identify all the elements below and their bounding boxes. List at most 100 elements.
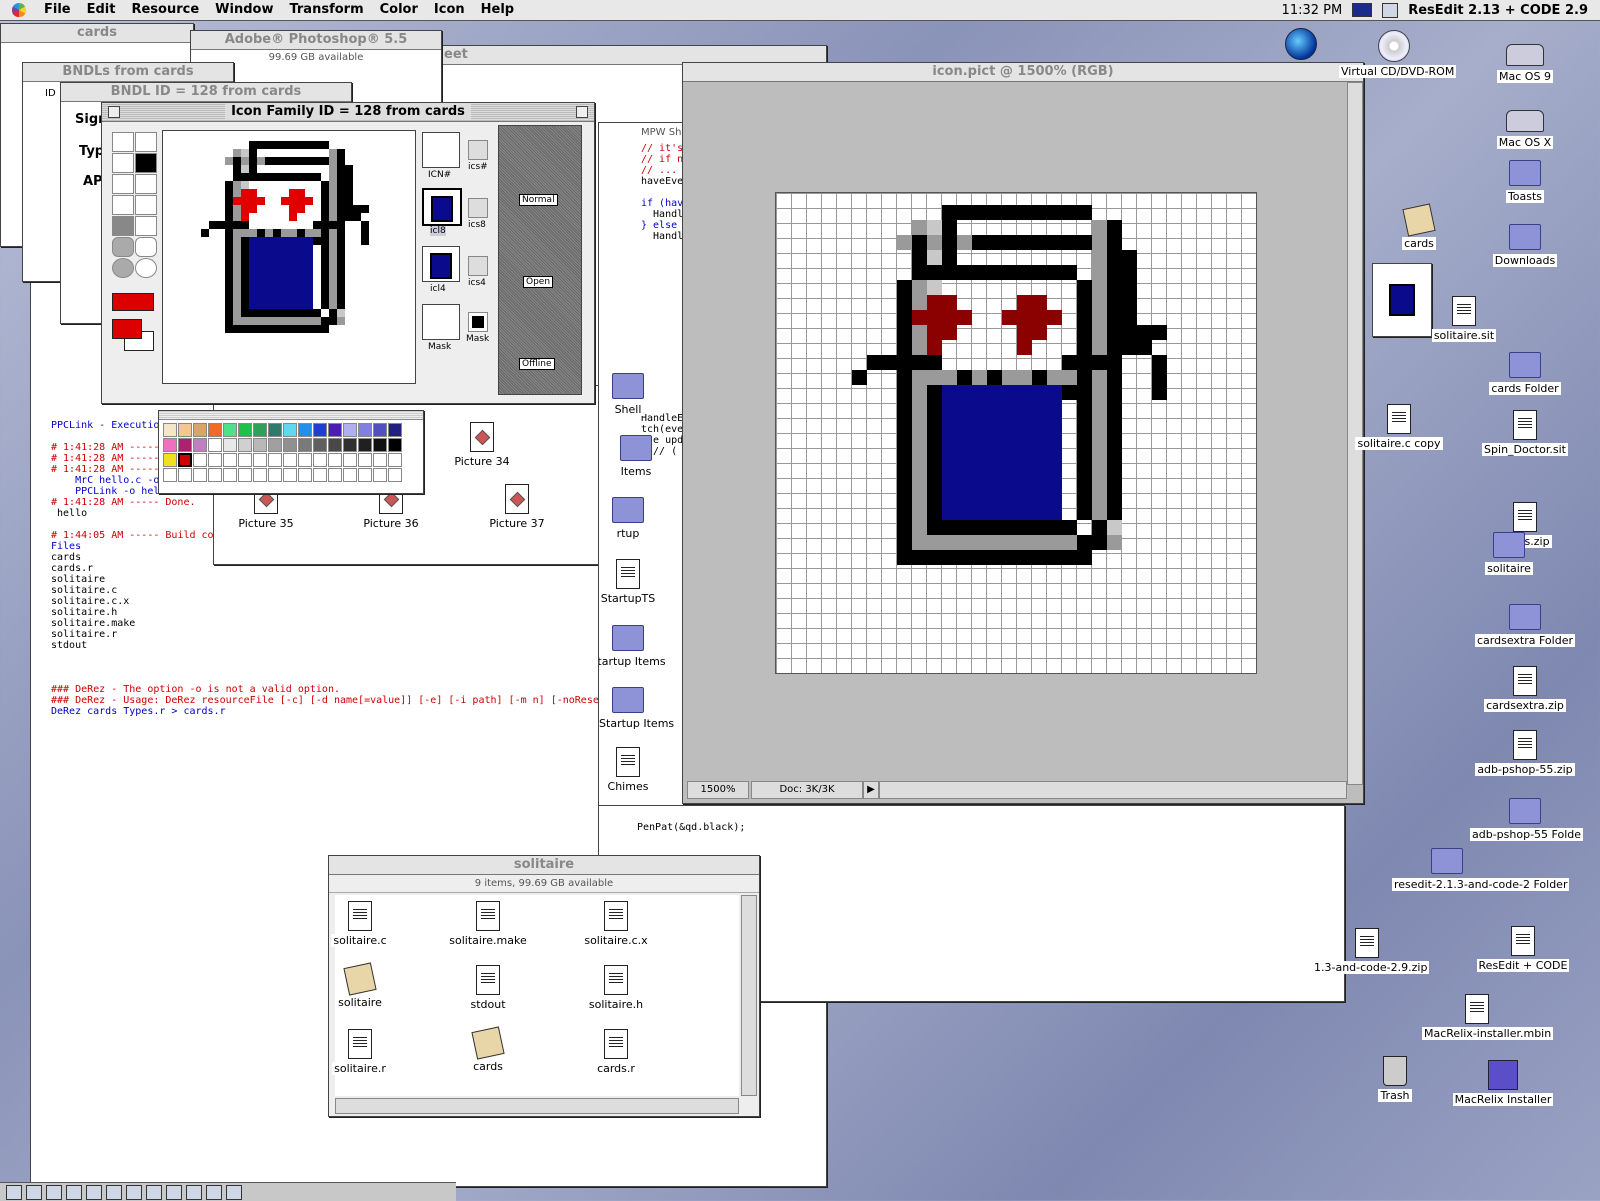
color-swatch[interactable] xyxy=(208,423,222,437)
control-strip-icon-1[interactable] xyxy=(6,1184,22,1200)
solitaire-file-icon[interactable]: solitaire.c.x xyxy=(561,901,671,947)
picture-file-icon[interactable]: Picture 37 xyxy=(462,484,572,530)
lasso-tool-icon[interactable] xyxy=(112,132,134,152)
menu-color[interactable]: Color xyxy=(372,0,426,20)
color-swatch[interactable] xyxy=(328,468,342,482)
keyboard-flag-icon[interactable] xyxy=(1352,3,1373,17)
color-swatch[interactable] xyxy=(193,453,207,467)
application-menu[interactable]: ResEdit 2.13 + CODE 2.9 xyxy=(1408,3,1588,18)
color-swatch[interactable] xyxy=(268,468,282,482)
solitaire-file-icon[interactable]: solitaire.h xyxy=(561,965,671,1011)
menu-help[interactable]: Help xyxy=(473,0,522,20)
solitaire-file-icon[interactable]: solitaire xyxy=(329,962,415,1009)
color-swatch[interactable] xyxy=(358,468,372,482)
color-swatch[interactable] xyxy=(238,438,252,452)
filled-oval-tool-icon[interactable] xyxy=(112,258,134,278)
color-swatch[interactable] xyxy=(193,438,207,452)
color-swatch[interactable] xyxy=(238,423,252,437)
window-switch-icon[interactable] xyxy=(1382,2,1399,18)
color-swatch[interactable] xyxy=(208,453,222,467)
small-mask-slot[interactable] xyxy=(468,312,488,332)
desktop-icon[interactable]: adb-pshop-55.zip xyxy=(1470,730,1580,776)
bndl128-titlebar[interactable]: BNDL ID = 128 from cards xyxy=(61,83,351,102)
color-swatch[interactable] xyxy=(238,468,252,482)
close-box-icon[interactable] xyxy=(108,106,120,118)
color-swatch[interactable] xyxy=(178,438,192,452)
startup-item[interactable]: Shell xyxy=(599,371,683,416)
startup-item[interactable]: TS Startup Items xyxy=(599,685,683,730)
color-swatch[interactable] xyxy=(298,468,312,482)
control-strip-icon-6[interactable] xyxy=(106,1184,122,1200)
roundrect-tool-icon[interactable] xyxy=(135,237,157,257)
icon-family-titlebar[interactable]: Icon Family ID = 128 from cards xyxy=(102,103,594,122)
color-swatch[interactable] xyxy=(283,453,297,467)
startup-item[interactable]: rtup xyxy=(599,495,683,540)
icon-pict-titlebar[interactable]: icon.pict @ 1500% (RGB) xyxy=(683,63,1363,82)
solitaire-window[interactable]: solitaire 9 items, 99.69 GB available so… xyxy=(328,855,760,1117)
color-swatch[interactable] xyxy=(388,423,402,437)
solitaire-file-icon[interactable]: solitaire.c xyxy=(329,901,415,947)
menu-transform[interactable]: Transform xyxy=(281,0,371,20)
desktop-icon[interactable]: Trash xyxy=(1340,1056,1450,1102)
menu-icon[interactable]: Icon xyxy=(426,0,473,20)
color-swatch[interactable] xyxy=(298,423,312,437)
desktop-icon[interactable]: ResEdit + CODE xyxy=(1468,926,1578,972)
desktop-icon[interactable]: Mac OS 9 xyxy=(1470,38,1580,83)
color-swatch[interactable] xyxy=(388,468,402,482)
color-swatch[interactable] xyxy=(178,423,192,437)
control-strip-icon-12[interactable] xyxy=(226,1184,242,1200)
photoshop-titlebar[interactable]: Adobe® Photoshop® 5.5 xyxy=(191,31,441,50)
control-strip-icon-9[interactable] xyxy=(166,1184,182,1200)
color-swatch[interactable] xyxy=(223,453,237,467)
rect-tool-icon[interactable] xyxy=(135,216,157,236)
startup-item[interactable]: Startup Items xyxy=(599,623,683,668)
view-offline-button[interactable]: Offline xyxy=(519,358,555,370)
cards-titlebar[interactable]: cards xyxy=(1,24,193,43)
color-swatch[interactable] xyxy=(373,453,387,467)
internet-globe-icon[interactable] xyxy=(1246,28,1356,63)
solitaire-file-icon[interactable]: cards.r xyxy=(561,1029,671,1075)
color-swatch[interactable] xyxy=(313,468,327,482)
filled-roundrect-tool-icon[interactable] xyxy=(112,237,134,257)
control-strip-icon-2[interactable] xyxy=(26,1184,42,1200)
control-strip-icon-10[interactable] xyxy=(186,1184,202,1200)
fatbits-editor[interactable] xyxy=(162,130,416,384)
icon-pict-window[interactable]: icon.pict @ 1500% (RGB) 1500% Doc: 3K/3K… xyxy=(682,62,1364,804)
startup-item[interactable]: Chimes xyxy=(599,747,683,793)
bndls-titlebar[interactable]: BNDLs from cards xyxy=(23,63,233,82)
mask-slot[interactable] xyxy=(422,304,460,340)
solitaire-file-icon[interactable]: solitaire.r xyxy=(329,1029,415,1075)
color-swatch[interactable] xyxy=(343,468,357,482)
menu-file[interactable]: File xyxy=(36,0,79,20)
control-strip-icon-3[interactable] xyxy=(46,1184,62,1200)
solitaire-horizontal-scrollbar[interactable] xyxy=(335,1098,739,1114)
color-swatch[interactable] xyxy=(388,453,402,467)
color-swatch[interactable] xyxy=(238,453,252,467)
control-strip-icon-4[interactable] xyxy=(66,1184,82,1200)
color-swatch[interactable] xyxy=(253,438,267,452)
color-swatch[interactable] xyxy=(268,438,282,452)
color-swatch[interactable] xyxy=(298,438,312,452)
solitaire-vertical-scrollbar[interactable] xyxy=(741,895,757,1096)
line-tool-icon[interactable] xyxy=(135,195,157,215)
color-swatch[interactable] xyxy=(313,423,327,437)
color-swatch[interactable] xyxy=(328,438,342,452)
color-swatch[interactable] xyxy=(388,438,402,452)
color-swatch[interactable] xyxy=(223,423,237,437)
desktop-icon[interactable]: Toasts xyxy=(1470,158,1580,203)
foreground-color-swatch[interactable] xyxy=(112,319,142,339)
eyedropper-tool-icon[interactable] xyxy=(112,174,134,194)
color-palette[interactable] xyxy=(163,423,402,482)
menu-resource[interactable]: Resource xyxy=(123,0,207,20)
pixel-canvas[interactable] xyxy=(775,192,1257,674)
filled-rect-tool-icon[interactable] xyxy=(112,216,134,236)
desktop-icon[interactable]: Spin_Doctor.sit xyxy=(1470,410,1580,456)
pencil-tool-icon[interactable] xyxy=(135,153,157,173)
solitaire-titlebar[interactable]: solitaire xyxy=(329,856,759,875)
zoom-box-icon[interactable] xyxy=(576,106,588,118)
color-swatch[interactable] xyxy=(223,468,237,482)
desktop-icon[interactable]: cardsextra.zip xyxy=(1470,666,1580,712)
ics4-slot[interactable] xyxy=(468,256,488,276)
desktop-icon[interactable]: cards xyxy=(1364,203,1474,250)
color-swatch[interactable] xyxy=(208,468,222,482)
